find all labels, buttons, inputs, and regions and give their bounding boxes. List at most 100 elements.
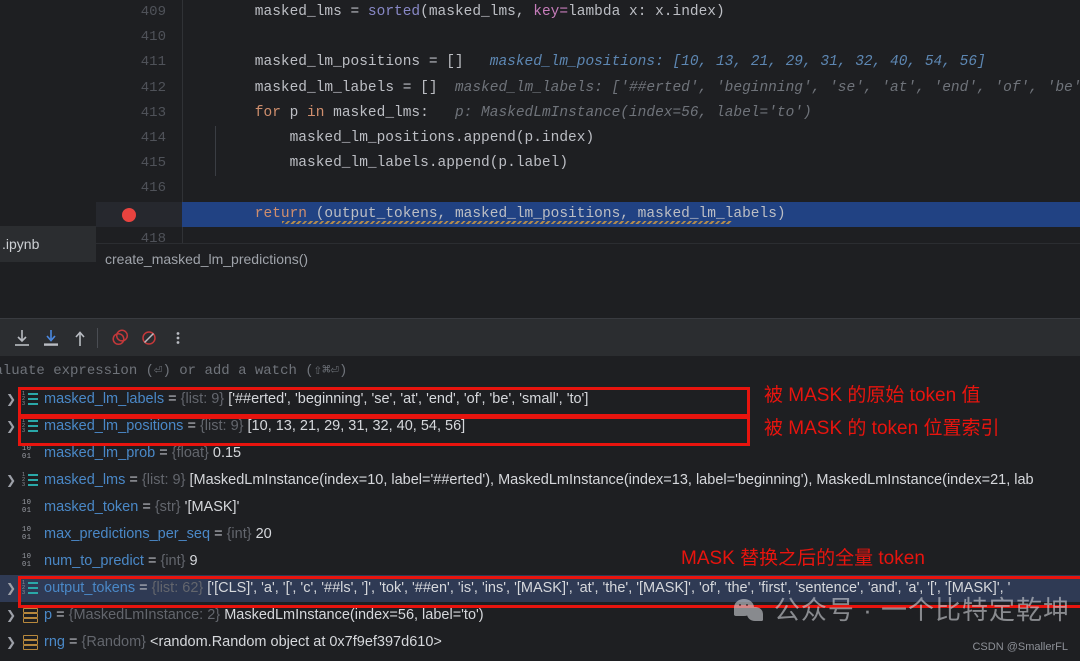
line-number: 415 (140, 155, 166, 172)
variable-name: masked_lm_prob (44, 445, 156, 461)
gutter-row[interactable]: 413 (96, 101, 182, 126)
code-token: return (254, 205, 308, 222)
gutter-row[interactable]: 418 (96, 227, 182, 243)
line-number: 413 (140, 104, 166, 121)
csdn-credit: CSDN @SmallerFL (972, 641, 1068, 653)
indent-guide (215, 125, 216, 152)
annotation-text: 被 MASK 的原始 token 值 (764, 385, 981, 406)
variable-text: rng = {Random} <random.Random object at … (44, 629, 442, 656)
watermark-text: 公众号 · 一个比特定乾坤 (773, 595, 1070, 625)
editor-tabstrip: .ipynb create_masked_lm_predictions() (0, 226, 1080, 275)
annotation-text: 被 MASK 的 token 位置索引 (764, 418, 1000, 439)
code-token: masked_lm_labels = [] (254, 79, 438, 96)
code-line[interactable] (182, 227, 1080, 243)
code-token: lambda x: x.index) (568, 4, 725, 20)
code-token: sorted (367, 4, 421, 20)
wechat-icon (732, 595, 766, 623)
debugger-toolbar[interactable] (0, 318, 1080, 357)
evaluate-placeholder: valuate expression (⏎) or add a watch (⇧… (0, 363, 348, 379)
code-lines-container[interactable]: masked_lms = sorted(masked_lms, key=lamb… (182, 0, 1080, 243)
code-line[interactable]: masked_lm_labels = [] masked_lm_labels: … (182, 76, 1080, 101)
variable-name: max_predictions_per_seq (44, 526, 211, 542)
line-number: 416 (140, 180, 166, 197)
variable-text: masked_lm_prob = {float} 0.15 (44, 440, 241, 467)
number-icon: 10 01 (22, 526, 32, 542)
code-line[interactable]: return (output_tokens, masked_lm_positio… (182, 201, 1080, 227)
gutter-row[interactable]: 410 (96, 25, 182, 50)
equals-sign: = (183, 418, 200, 434)
equals-sign: = (138, 499, 155, 515)
code-line[interactable]: masked_lm_positions = [] masked_lm_posit… (182, 50, 1080, 75)
gutter-row[interactable]: 416 (96, 176, 182, 201)
variable-name: rng (44, 634, 65, 650)
code-line[interactable] (182, 25, 1080, 50)
variable-value: 9 (189, 553, 198, 569)
line-number: 412 (140, 79, 166, 96)
editor-empty-area (0, 274, 1080, 318)
code-token: masked_lm_labels.append(p.label) (289, 155, 569, 172)
breakpoint-marker[interactable] (122, 207, 136, 222)
mute-breakpoints-icon[interactable] (137, 326, 161, 350)
breadcrumb[interactable]: create_masked_lm_predictions() (105, 244, 308, 275)
variable-type: {float} (171, 445, 209, 461)
variable-name: p (44, 607, 53, 623)
gutter-row[interactable]: 409 (96, 0, 182, 25)
variable-type: {list: 62} (151, 580, 204, 596)
variable-text: p = {MaskedLmInstance: 2} MaskedLmInstan… (44, 602, 484, 629)
equals-sign: = (155, 445, 172, 461)
code-token: masked_lm_positions: [10, 13, 21, 29, 31… (463, 54, 986, 71)
variable-value: [10, 13, 21, 29, 31, 32, 40, 54, 56] (247, 418, 466, 434)
file-tab[interactable]: .ipynb (0, 226, 96, 262)
chevron-right-icon[interactable]: ❯ (4, 629, 18, 656)
gutter-row[interactable]: 415 (96, 151, 182, 176)
variable-value: '[MASK]' (184, 499, 240, 515)
line-number: 411 (140, 54, 166, 71)
variable-row[interactable]: ❯ 1 2 3 masked_lms = {list: 9} [MaskedLmInst… (0, 467, 1080, 494)
code-editor[interactable]: 409 410 411 412 413 414 415 416 418 masked_lms =… (0, 0, 1080, 243)
variable-row[interactable]: ❯ rng = {Random} <random.Random object at… (0, 629, 1080, 656)
step-out-icon[interactable] (68, 326, 92, 350)
editor-gutter[interactable]: 409 410 411 412 413 414 415 416 418 (96, 0, 183, 243)
variable-text: masked_lm_positions = {list: 9} [10, 13,… (44, 413, 465, 440)
variable-text: num_to_predict = {int} 9 (44, 548, 198, 575)
step-over-icon[interactable] (10, 326, 34, 350)
gutter-row[interactable] (96, 201, 182, 227)
chevron-right-icon[interactable]: ❯ (4, 602, 18, 629)
code-line[interactable] (182, 176, 1080, 201)
gutter-row[interactable]: 412 (96, 76, 182, 101)
editor-left-margin (0, 0, 96, 243)
variable-value: MaskedLmInstance(index=56, label='to') (224, 607, 484, 623)
chevron-right-icon[interactable]: ❯ (4, 386, 18, 413)
more-options-icon[interactable] (166, 326, 190, 350)
list-icon: 123 (22, 391, 38, 407)
syntax-warning-underline (282, 220, 732, 224)
code-line[interactable]: masked_lm_positions.append(p.index) (182, 125, 1080, 152)
variable-row[interactable]: 10 01 masked_token = {str} '[MASK]' (0, 494, 1080, 521)
code-line[interactable]: masked_lm_labels.append(p.label) (182, 151, 1080, 177)
variable-type: {list: 9} (199, 418, 244, 434)
equals-sign: = (64, 634, 82, 650)
gutter-row[interactable]: 411 (96, 50, 182, 75)
equals-sign: = (164, 391, 181, 407)
variable-row[interactable]: 10 01 masked_lm_prob = {float} 0.15 (0, 440, 1080, 467)
variable-value: 20 (255, 526, 272, 542)
list-icon: 123 (22, 472, 38, 488)
number-icon: 10 01 (22, 553, 32, 569)
variable-type: {list: 9} (141, 472, 186, 488)
chevron-right-icon[interactable]: ❯ (4, 413, 18, 440)
code-text: masked_lm_labels = [] masked_lm_labels: … (255, 76, 1080, 101)
toolbar-separator (97, 328, 98, 348)
variable-text: masked_lm_labels = {list: 9} ['##erted',… (44, 386, 588, 413)
variable-value: ['##erted', 'beginning', 'se', 'at', 'en… (228, 391, 589, 407)
gutter-row[interactable]: 414 (96, 126, 182, 151)
code-token: masked_lm_positions.append(p.index) (289, 129, 595, 146)
variable-name: masked_token (44, 499, 139, 515)
step-into-icon[interactable] (39, 326, 63, 350)
code-line[interactable]: for p in masked_lms: p: MaskedLmInstance… (182, 101, 1080, 126)
chevron-right-icon[interactable]: ❯ (4, 575, 18, 602)
variable-type: {list: 9} (180, 391, 225, 407)
chevron-right-icon[interactable]: ❯ (4, 467, 18, 494)
view-breakpoints-icon[interactable] (108, 326, 132, 350)
code-line[interactable]: masked_lms = sorted(masked_lms, key=lamb… (182, 0, 1080, 25)
watermark: 公众号 · 一个比特定乾坤 (732, 590, 1070, 627)
